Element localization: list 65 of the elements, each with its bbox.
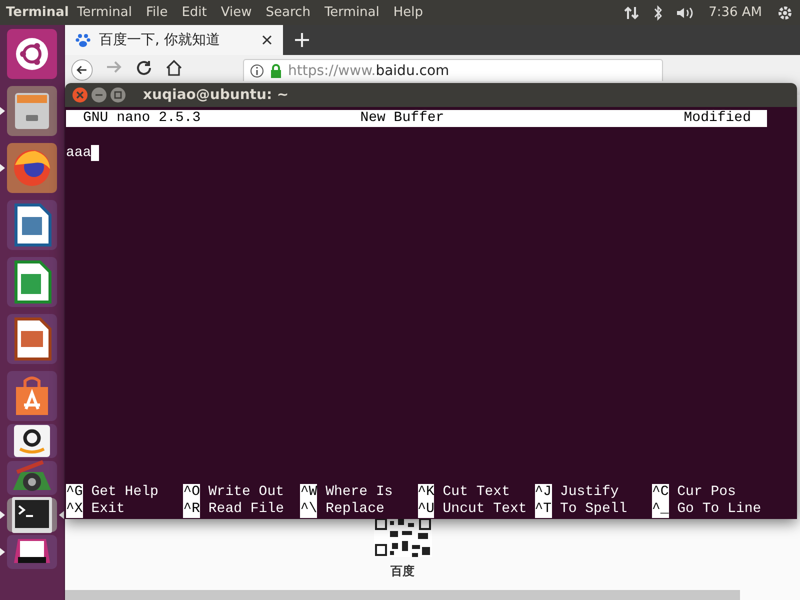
lock-icon [270,64,282,78]
app-name: Terminal [5,5,70,20]
tab-title: 百度一下, 你就知道 [99,31,221,49]
qr-code-icon [374,517,432,557]
shortcut-label: To Spell [560,501,628,518]
shortcut-key: ^J [534,484,552,501]
shortcut-label: Cut Text [442,484,510,501]
nano-version: GNU nano 2.5.3 [83,110,201,127]
paw-icon [75,32,91,48]
shortcut-label: Read File [208,501,284,518]
buffer-name: New Buffer [360,110,444,127]
menu-item[interactable]: Edit [174,5,214,20]
shortcut-key: ^O [183,484,200,501]
shortcut-label: Replace [326,501,384,518]
horizontal-scrollbar[interactable] [65,590,740,600]
menu-item[interactable]: Help [386,5,430,20]
url-field[interactable]: https://www.baidu.com [243,59,663,81]
firefox-icon[interactable] [7,143,57,193]
shortcut-key: ^G [66,484,83,501]
info-icon [250,64,264,78]
shortcut-key: ^T [534,501,552,518]
shortcut-key: ^U [418,501,434,518]
shortcut-key: ^\ [300,501,318,518]
shortcut-label: Go To Line [677,501,762,518]
bluetooth-icon[interactable] [652,4,663,20]
browser-tab[interactable]: 百度一下, 你就知道 [65,25,283,55]
shortcut-key: ^R [183,501,200,518]
amazon-icon[interactable] [7,424,57,458]
ubuntu-logo-icon[interactable] [7,29,57,79]
modified-status: Modified [684,110,751,127]
clock[interactable]: 7:36 AM [708,5,762,20]
terminal-icon[interactable] [7,498,57,532]
menu-item[interactable]: Terminal [70,5,139,20]
document-icon[interactable] [7,200,57,250]
presentation-icon[interactable] [7,314,57,364]
page-caption: 百度 [390,563,414,580]
close-icon[interactable] [261,34,273,46]
reload-icon[interactable] [135,59,153,77]
shortcut-label: Justify [560,484,619,501]
buffer-text: aaa [66,144,92,160]
shortcut-label: Uncut Text [442,501,527,518]
menu-item[interactable]: File [138,5,175,20]
maximize-icon[interactable] [110,87,126,103]
shortcut-label: Exit [91,501,125,518]
file-cabinet-icon[interactable] [7,86,57,136]
shortcut-key: ^C [652,484,669,501]
home-icon[interactable] [165,59,183,77]
shortcut-key: ^_ [652,501,669,518]
menu-item[interactable]: View [214,5,259,20]
window-title: xuqiao@ubuntu: ~ [143,87,289,103]
text-cursor [91,144,100,160]
spreadsheet-icon[interactable] [7,257,57,307]
menu-item[interactable]: Search [258,5,318,20]
menu-item[interactable]: Terminal [317,5,386,20]
shortcut-label: Cur Pos [677,484,736,501]
shopping-bag-icon[interactable] [7,371,57,421]
network-icon[interactable] [622,4,641,20]
shortcut-key: ^W [300,484,318,501]
back-icon[interactable] [71,59,93,81]
shortcut-label: Where Is [326,484,393,501]
new-tab-icon[interactable] [295,33,309,47]
shortcut-label: Write Out [208,484,284,501]
minimize-icon[interactable] [91,87,107,103]
shortcut-label: Get Help [91,484,158,501]
shortcut-key: ^X [66,501,83,518]
